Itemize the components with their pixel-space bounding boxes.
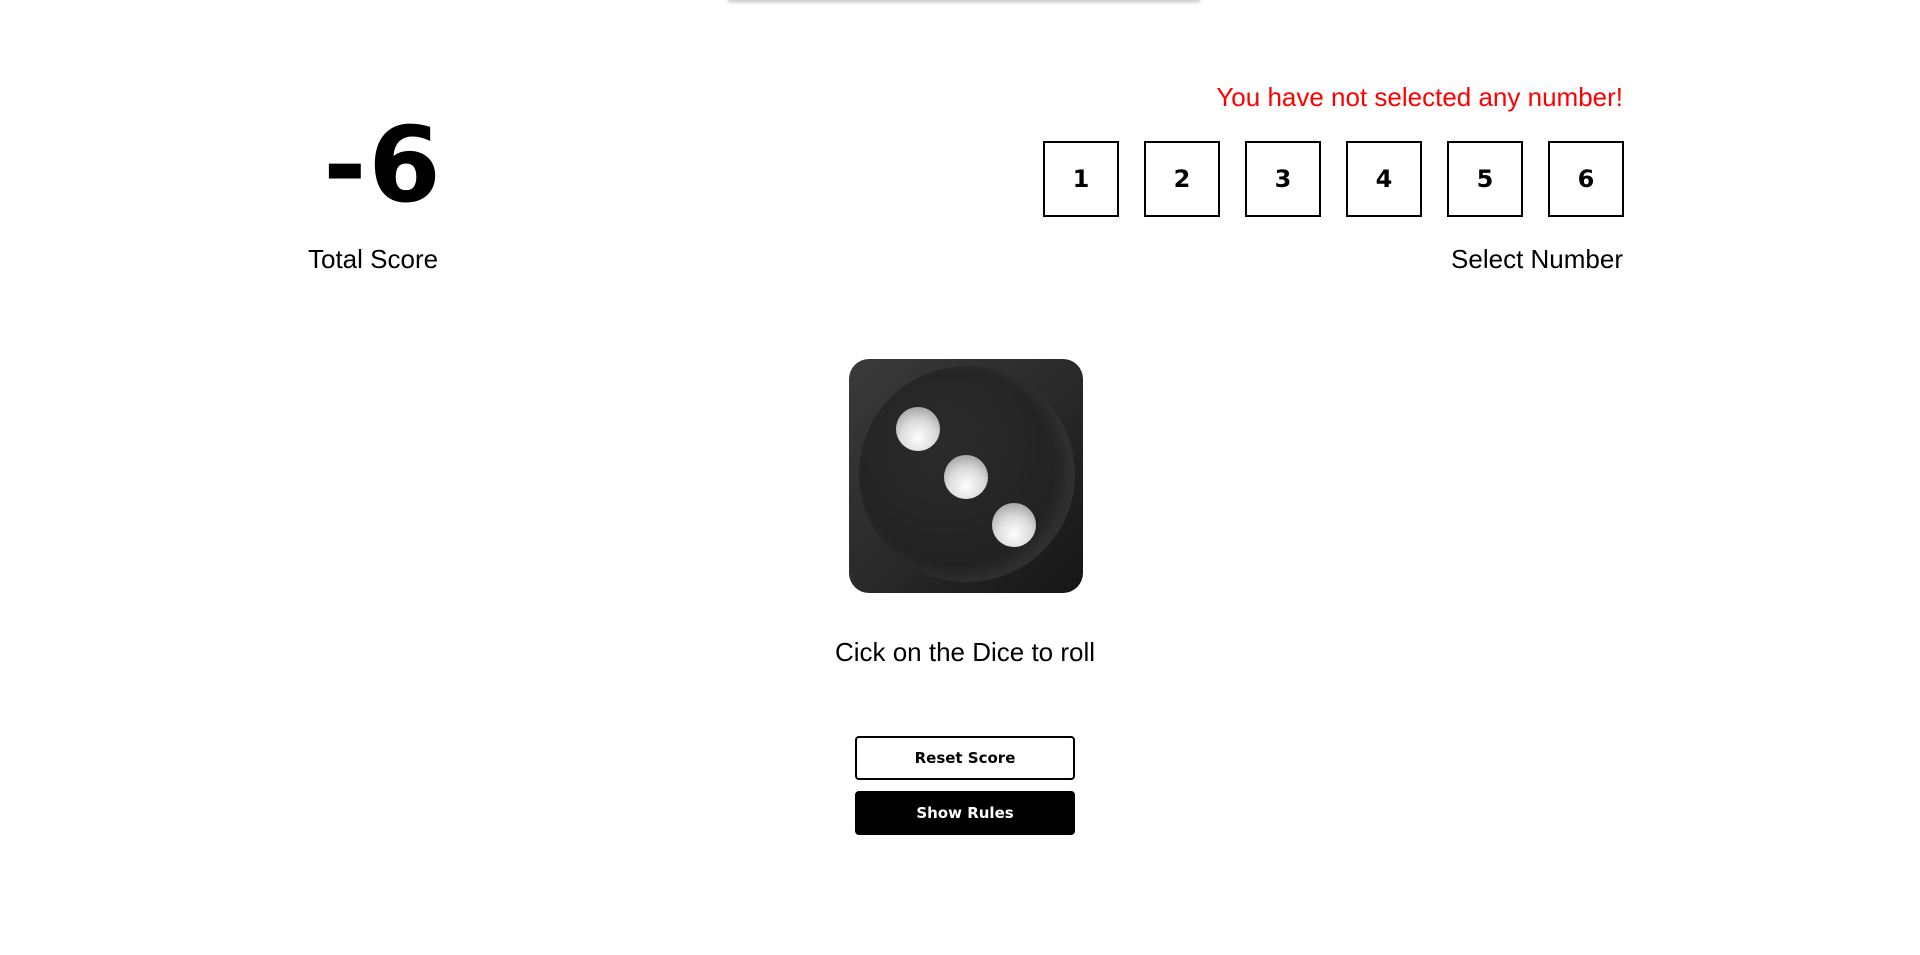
dice-pip-icon	[944, 455, 988, 499]
dice-pip-icon	[896, 407, 940, 451]
number-option-6[interactable]: 6	[1548, 141, 1624, 217]
number-option-4[interactable]: 4	[1346, 141, 1422, 217]
dice-pip-icon	[992, 503, 1036, 547]
number-option-3[interactable]: 3	[1245, 141, 1321, 217]
number-option-2[interactable]: 2	[1144, 141, 1220, 217]
total-score-block: -6	[308, 100, 458, 230]
total-score-value: -6	[323, 104, 443, 226]
dice-roll-button[interactable]	[849, 359, 1083, 593]
number-selector: 1 2 3 4 5 6	[1043, 141, 1624, 217]
reset-score-button[interactable]: Reset Score	[855, 736, 1075, 780]
number-option-1[interactable]: 1	[1043, 141, 1119, 217]
total-score-label: Total Score	[308, 244, 439, 274]
select-number-label: Select Number	[1451, 244, 1623, 274]
dice-roll-hint: Cick on the Dice to roll	[834, 637, 1096, 667]
show-rules-button[interactable]: Show Rules	[855, 791, 1075, 835]
dice-game-page: -6 Total Score You have not selected any…	[0, 0, 1920, 955]
number-option-5[interactable]: 5	[1447, 141, 1523, 217]
selection-error-message: You have not selected any number!	[1216, 82, 1623, 112]
